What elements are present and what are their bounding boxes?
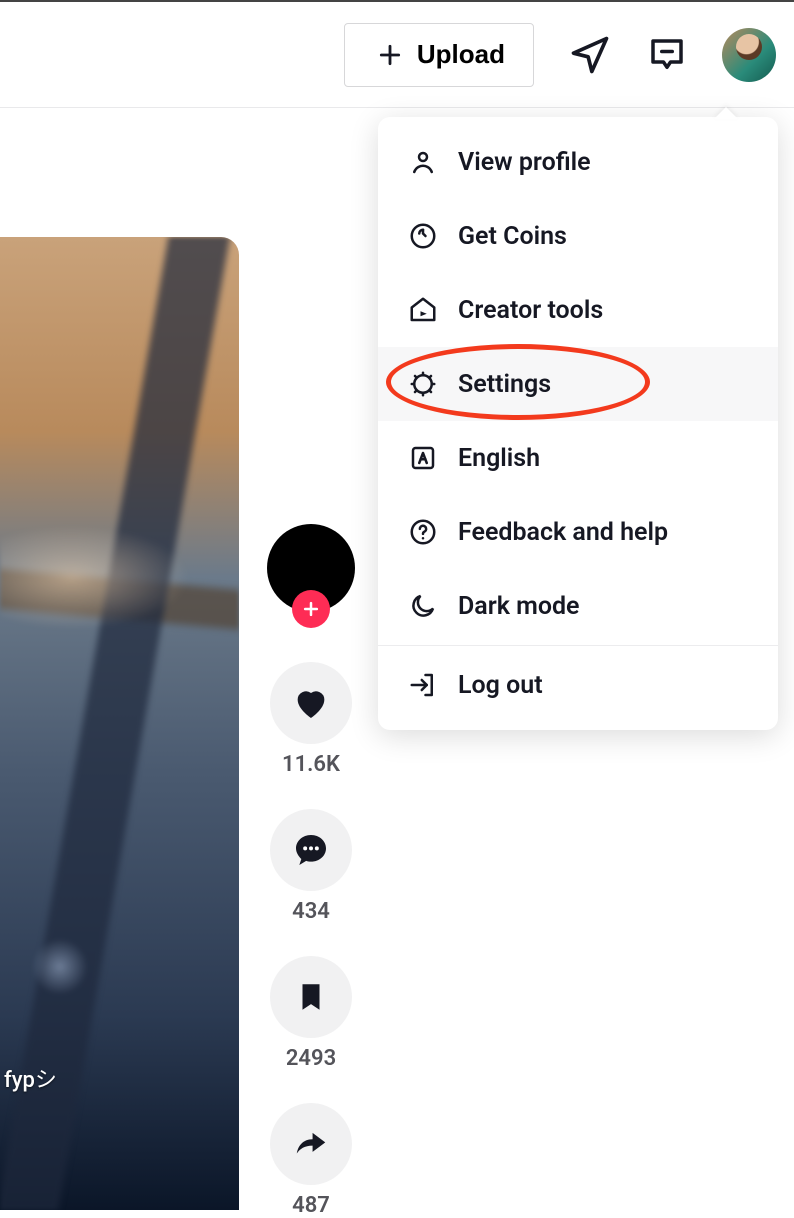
menu-label: Dark mode (458, 592, 580, 621)
creator-tools-icon (406, 293, 440, 327)
inbox-icon[interactable] (646, 34, 688, 76)
user-icon (406, 145, 440, 179)
comment-action: 434 (270, 809, 352, 924)
logout-icon (406, 668, 440, 702)
menu-view-profile[interactable]: View profile (378, 125, 778, 199)
menu-label: Creator tools (458, 296, 603, 325)
menu-settings[interactable]: Settings (378, 347, 778, 421)
comment-icon (291, 830, 331, 870)
top-bar: Upload (0, 2, 794, 108)
video-hashtag: fypシ (4, 1062, 57, 1094)
plus-icon (373, 38, 407, 72)
upload-button[interactable]: Upload (344, 23, 534, 87)
comment-count: 434 (292, 899, 330, 924)
bookmark-icon (294, 980, 328, 1014)
share-action: 487 (270, 1103, 352, 1218)
comment-button[interactable] (270, 809, 352, 891)
menu-creator-tools[interactable]: Creator tools (378, 273, 778, 347)
menu-dark-mode[interactable]: Dark mode (378, 569, 778, 643)
share-button[interactable] (270, 1103, 352, 1185)
help-icon (406, 515, 440, 549)
menu-label: Log out (458, 671, 543, 700)
profile-dropdown: View profile Get Coins Creator tools Set… (378, 117, 778, 730)
messages-icon[interactable] (568, 33, 612, 77)
action-rail: 11.6K 434 2493 487 (266, 524, 356, 1218)
menu-separator (378, 645, 778, 646)
menu-label: View profile (458, 148, 591, 177)
save-action: 2493 (270, 956, 352, 1071)
coin-icon (406, 219, 440, 253)
moon-icon (406, 589, 440, 623)
author-avatar[interactable] (267, 524, 355, 612)
video-preview[interactable]: fypシ (0, 237, 239, 1210)
menu-feedback[interactable]: Feedback and help (378, 495, 778, 569)
menu-label: Feedback and help (458, 518, 668, 547)
menu-label: Get Coins (458, 222, 567, 251)
heart-icon (291, 683, 331, 723)
save-count: 2493 (286, 1046, 336, 1071)
share-icon (292, 1125, 330, 1163)
upload-label: Upload (417, 39, 505, 70)
menu-log-out[interactable]: Log out (378, 648, 778, 722)
menu-get-coins[interactable]: Get Coins (378, 199, 778, 273)
like-button[interactable] (270, 662, 352, 744)
menu-label: Settings (458, 370, 551, 399)
like-count: 11.6K (282, 752, 340, 777)
like-action: 11.6K (270, 662, 352, 777)
share-count: 487 (292, 1193, 330, 1218)
gear-icon (406, 367, 440, 401)
menu-language[interactable]: English (378, 421, 778, 495)
menu-label: English (458, 444, 540, 473)
follow-button[interactable] (292, 590, 330, 628)
language-icon (406, 441, 440, 475)
save-button[interactable] (270, 956, 352, 1038)
avatar[interactable] (722, 28, 776, 82)
